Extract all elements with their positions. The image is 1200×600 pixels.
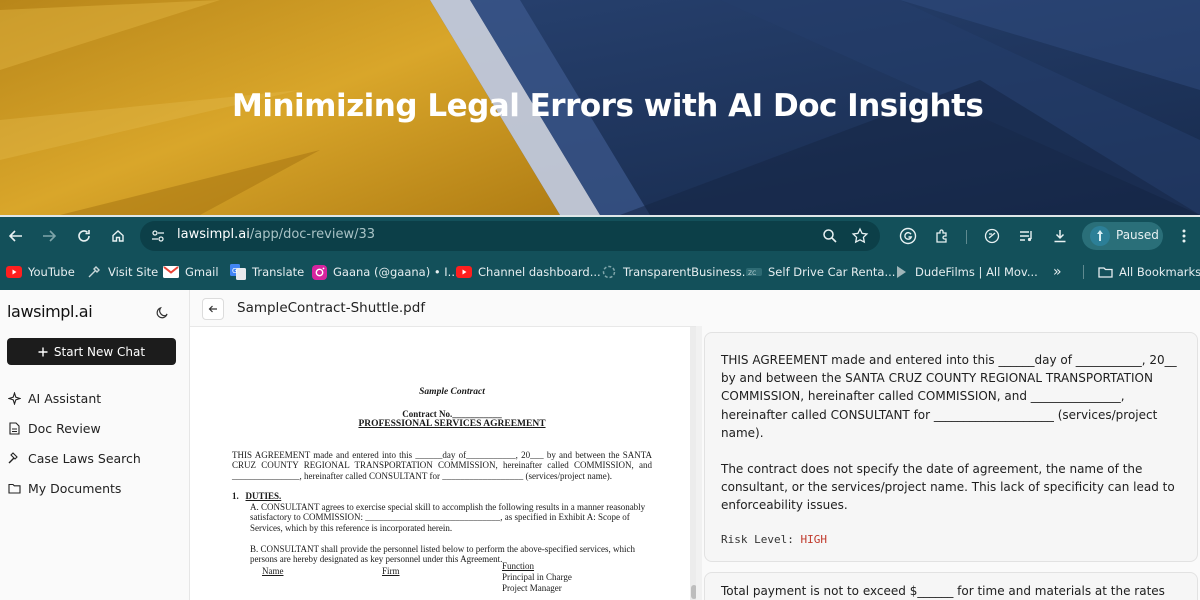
pane-resize-handle[interactable]: [696, 326, 702, 600]
insight-card-next: Total payment is not to exceed $______ f…: [704, 572, 1198, 600]
pdf-function-2: Project Manager: [502, 583, 562, 593]
pdf-item-b: B. CONSULTANT shall provide the personne…: [250, 544, 635, 565]
site-icon: ZC: [746, 264, 762, 280]
pdf-personnel-table: Name Firm Function Principal in Charge P…: [262, 561, 642, 600]
banner-title: Minimizing Legal Errors with AI Doc Insi…: [232, 88, 984, 124]
url-host: lawsimpl.ai: [177, 227, 250, 242]
bookmark-transparentbusiness[interactable]: TransparentBusiness...: [601, 263, 753, 281]
pdf-viewer[interactable]: Sample Contract Contract No.___________ …: [190, 326, 698, 600]
app-window: lawsimpl.ai Start New Chat AI Assistant …: [0, 290, 1200, 600]
download-icon[interactable]: [1049, 225, 1071, 247]
grammarly-icon[interactable]: [897, 225, 919, 247]
url-text: lawsimpl.ai/app/doc-review/33: [177, 227, 375, 242]
svg-text:ZC: ZC: [748, 270, 756, 277]
home-icon[interactable]: [107, 225, 129, 247]
play-icon: [893, 264, 909, 280]
sidebar-item-ai-assistant[interactable]: AI Assistant: [8, 389, 101, 407]
bookmarks-separator: [1083, 265, 1084, 279]
bookmark-visit-site[interactable]: Visit Site: [86, 263, 158, 281]
gavel-icon: [8, 451, 21, 465]
folder-icon: [8, 482, 21, 495]
bookmark-translate[interactable]: G Translate: [230, 263, 304, 281]
bookmark-gaana[interactable]: Gaana (@gaana) • I...: [311, 263, 459, 281]
pdf-intro-paragraph: THIS AGREEMENT made and entered into thi…: [232, 450, 652, 481]
insight-clause: THIS AGREEMENT made and entered into thi…: [721, 353, 1177, 440]
more-menu-icon[interactable]: [1173, 225, 1195, 247]
media-queue-icon[interactable]: [1015, 225, 1037, 247]
profile-avatar: [1090, 226, 1110, 246]
profile-ribbon-icon: [1097, 230, 1103, 241]
pdf-col-firm: Firm: [382, 566, 400, 576]
vpn-icon[interactable]: [981, 225, 1003, 247]
youtube-icon: [456, 264, 472, 280]
browser-chrome: lawsimpl.ai/app/doc-review/33 Paused You…: [0, 215, 1200, 290]
back-arrow-icon[interactable]: [5, 225, 27, 247]
document-icon: [8, 421, 21, 435]
browser-toolbar: lawsimpl.ai/app/doc-review/33 Paused: [0, 217, 1200, 255]
tool-icon: [86, 264, 102, 280]
bookmarks-bar: YouTube Visit Site Gmail G Translate Gaa…: [0, 256, 1200, 288]
address-bar[interactable]: lawsimpl.ai/app/doc-review/33: [140, 221, 880, 251]
bookmark-dudefilms[interactable]: DudeFilms | All Mov...: [893, 263, 1038, 281]
site-settings-icon[interactable]: [150, 228, 166, 244]
sidebar-item-my-documents[interactable]: My Documents: [8, 479, 121, 497]
back-button[interactable]: [202, 298, 224, 320]
insight-card: THIS AGREEMENT made and entered into thi…: [704, 332, 1198, 562]
instagram-icon: [311, 264, 327, 280]
reload-icon[interactable]: [73, 225, 95, 247]
pdf-duties-heading: 1. DUTIES.: [232, 491, 282, 501]
pdf-contract-no: Contract No.___________: [402, 409, 502, 419]
hero-banner: Minimizing Legal Errors with AI Doc Insi…: [0, 0, 1200, 215]
profile-status: Paused: [1116, 228, 1159, 242]
profile-button[interactable]: Paused: [1082, 222, 1163, 250]
zoom-icon[interactable]: [821, 227, 839, 245]
pdf-item-a: A. CONSULTANT agrees to exercise special…: [250, 502, 646, 533]
sidebar-item-case-laws-search[interactable]: Case Laws Search: [8, 449, 141, 467]
risk-level-value: HIGH: [800, 533, 827, 546]
pdf-heading: PROFESSIONAL SERVICES AGREEMENT: [358, 419, 546, 429]
insight-next-clause: Total payment is not to exceed $______ f…: [721, 584, 1165, 598]
svg-text:G: G: [232, 267, 237, 275]
url-path: /app/doc-review/33: [249, 227, 376, 242]
extensions-icon[interactable]: [931, 225, 953, 247]
bookmark-gmail[interactable]: Gmail: [163, 263, 219, 281]
gmail-icon: [163, 264, 179, 280]
risk-level: Risk Level: HIGH: [721, 533, 827, 546]
bookmarks-overflow-button[interactable]: »: [1053, 263, 1062, 281]
start-new-chat-button[interactable]: Start New Chat: [7, 338, 176, 365]
pdf-col-name: Name: [262, 566, 284, 576]
document-filename: SampleContract-Shuttle.pdf: [237, 300, 426, 316]
bookmark-channel-dashboard[interactable]: Channel dashboard...: [456, 263, 601, 281]
folder-icon: [1097, 264, 1113, 280]
moon-icon[interactable]: [156, 306, 169, 319]
bookmark-self-drive[interactable]: ZC Self Drive Car Renta...: [746, 263, 895, 281]
pdf-title: Sample Contract: [419, 387, 485, 397]
insight-analysis: The contract does not specify the date o…: [721, 462, 1175, 513]
pdf-col-function: Function: [502, 561, 535, 571]
toolbar-separator: [966, 230, 967, 244]
sparkle-icon: [8, 391, 21, 405]
plus-icon: [38, 347, 48, 356]
back-arrow-icon: [208, 305, 217, 313]
youtube-icon: [6, 264, 22, 280]
bookmark-youtube[interactable]: YouTube: [6, 263, 75, 281]
translate-icon: G: [230, 264, 246, 280]
document-header: SampleContract-Shuttle.pdf: [190, 290, 1200, 326]
bookmark-star-icon[interactable]: [851, 227, 869, 245]
all-bookmarks-button[interactable]: All Bookmarks: [1097, 263, 1200, 281]
pdf-function-1: Principal in Charge: [502, 572, 572, 582]
sidebar-item-doc-review[interactable]: Doc Review: [8, 419, 101, 437]
loading-icon: [601, 264, 617, 280]
brand-logo: lawsimpl.ai: [7, 302, 93, 321]
window-edge: [0, 215, 1200, 217]
sidebar: lawsimpl.ai Start New Chat AI Assistant …: [0, 290, 190, 600]
forward-arrow-icon[interactable]: [38, 225, 60, 247]
